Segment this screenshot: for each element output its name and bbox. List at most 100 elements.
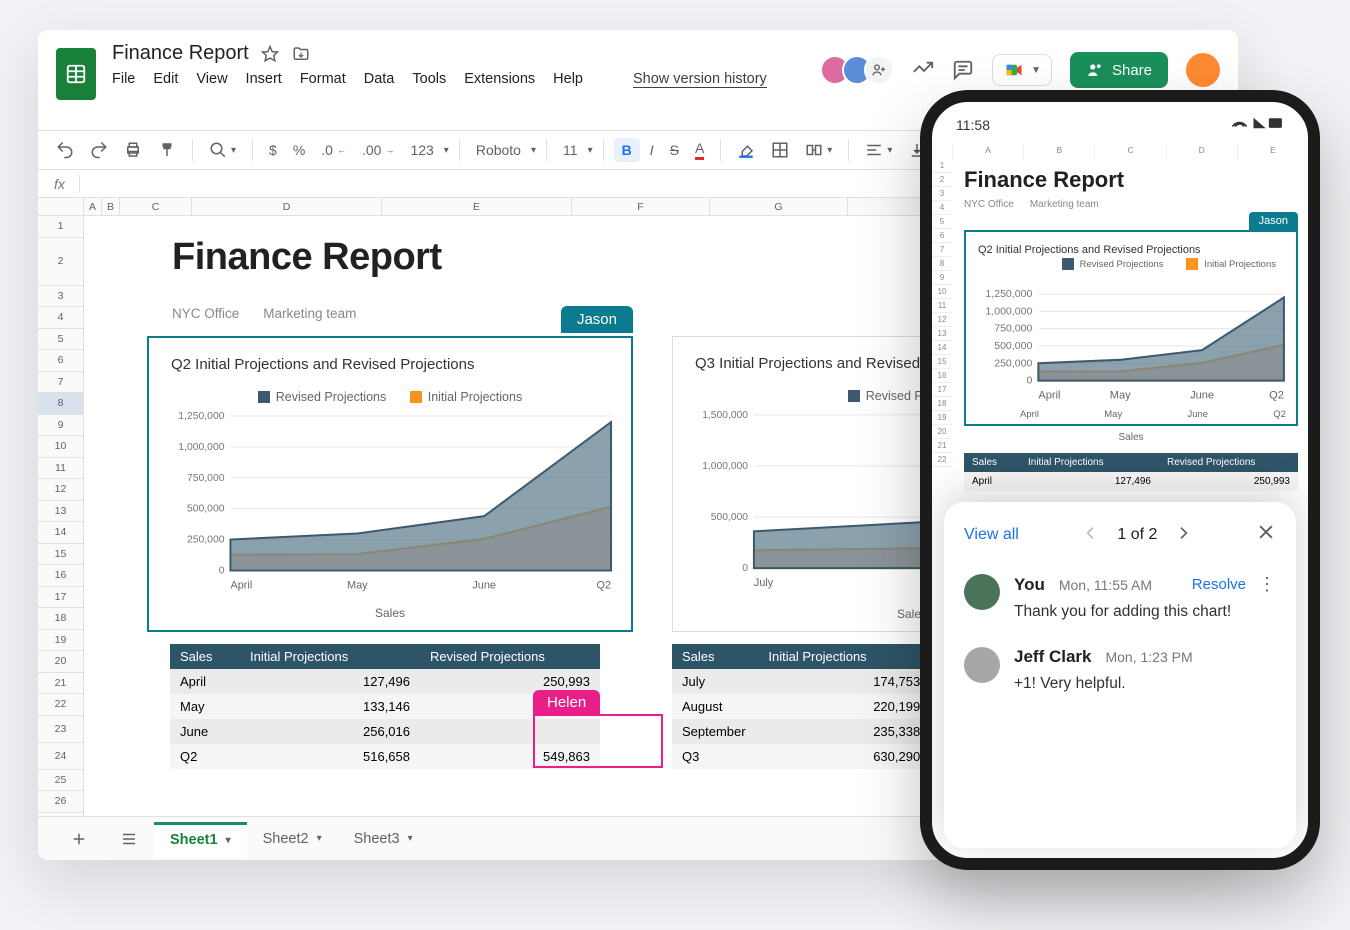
sheet-tab[interactable]: Sheet2▾ <box>247 821 338 857</box>
row-header[interactable]: 26 <box>38 791 84 813</box>
activity-icon[interactable] <box>912 59 934 81</box>
td[interactable]: May <box>170 694 240 719</box>
redo-icon[interactable] <box>84 137 114 163</box>
col-header[interactable]: G <box>710 198 848 216</box>
td[interactable]: September <box>672 719 758 744</box>
account-avatar[interactable] <box>1186 53 1220 87</box>
td[interactable]: July <box>672 669 758 694</box>
td[interactable]: 250,993 <box>1159 472 1298 491</box>
format-123-button[interactable]: 123 <box>404 138 439 162</box>
td[interactable]: Q3 <box>672 744 758 769</box>
currency-button[interactable]: $ <box>263 138 283 162</box>
row-header[interactable]: 14 <box>38 522 84 544</box>
td[interactable]: August <box>672 694 758 719</box>
td[interactable]: 235,338 <box>758 719 930 744</box>
sheet-tab[interactable]: Sheet3▾ <box>338 821 429 857</box>
print-icon[interactable] <box>118 137 148 163</box>
td[interactable]: Q2 <box>170 744 240 769</box>
td[interactable]: 127,496 <box>1020 472 1159 491</box>
col-header[interactable]: B <box>102 198 120 216</box>
merge-cells-icon[interactable]: ▾ <box>799 137 838 163</box>
meet-button[interactable]: ▼ <box>992 54 1052 86</box>
prev-comment-icon[interactable] <box>1083 525 1099 546</box>
row-header[interactable]: 19 <box>38 630 84 652</box>
phone-chart[interactable]: Jason Q2 Initial Projections and Revised… <box>964 230 1298 426</box>
resolve-button[interactable]: Resolve <box>1192 576 1246 593</box>
chart-q2[interactable]: Jason Q2 Initial Projections and Revised… <box>147 336 633 632</box>
increase-decimal-icon[interactable]: .00→ <box>356 138 400 162</box>
row-header[interactable]: 16 <box>38 565 84 587</box>
row-header[interactable]: 11 <box>38 458 84 480</box>
td[interactable]: April <box>170 669 240 694</box>
move-folder-icon[interactable] <box>291 45 311 63</box>
td[interactable]: 174,753 <box>758 669 930 694</box>
row-header[interactable]: 22 <box>38 694 84 716</box>
row-header[interactable]: 21 <box>38 673 84 695</box>
version-history-link[interactable]: Show version history <box>633 71 767 88</box>
comments-icon[interactable] <box>952 59 974 81</box>
menu-file[interactable]: File <box>112 71 135 88</box>
row-header[interactable]: 17 <box>38 587 84 609</box>
td[interactable]: April <box>964 472 1020 491</box>
td[interactable]: June <box>170 719 240 744</box>
menu-insert[interactable]: Insert <box>246 71 282 88</box>
h-align-icon[interactable]: ▾ <box>859 137 898 163</box>
percent-button[interactable]: % <box>287 138 311 162</box>
borders-icon[interactable] <box>765 137 795 163</box>
select-all-cell[interactable] <box>38 198 84 216</box>
td[interactable]: 127,496 <box>240 669 420 694</box>
row-header[interactable]: 4 <box>38 307 84 329</box>
row-header[interactable]: 20 <box>38 651 84 673</box>
paint-format-icon[interactable] <box>152 137 182 163</box>
menu-help[interactable]: Help <box>553 71 583 88</box>
row-header[interactable]: 1 <box>38 216 84 238</box>
row-header[interactable]: 2 <box>38 238 84 286</box>
phone-table[interactable]: SalesInitial ProjectionsRevised Projecti… <box>964 453 1298 491</box>
all-sheets-icon[interactable] <box>104 820 154 858</box>
sheet-title-cell[interactable]: Finance Report <box>172 236 442 279</box>
td[interactable]: 133,146 <box>240 694 420 719</box>
col-header[interactable]: D <box>192 198 382 216</box>
fill-color-icon[interactable] <box>731 137 761 163</box>
row-header[interactable]: 13 <box>38 501 84 523</box>
decrease-decimal-icon[interactable]: .0← <box>315 138 352 162</box>
row-header[interactable]: 3 <box>38 286 84 308</box>
doc-title[interactable]: Finance Report <box>112 42 249 65</box>
col-header[interactable]: A <box>84 198 102 216</box>
row-header[interactable]: 24 <box>38 743 84 770</box>
row-header[interactable]: 7 <box>38 372 84 394</box>
row-header[interactable]: 23 <box>38 716 84 743</box>
view-all-link[interactable]: View all <box>964 526 1019 544</box>
font-size-selector[interactable]: 11 <box>557 138 584 162</box>
close-icon[interactable] <box>1256 522 1276 548</box>
font-selector[interactable]: Roboto <box>470 138 527 162</box>
avatar-more-icon[interactable] <box>864 55 894 85</box>
menu-format[interactable]: Format <box>300 71 346 88</box>
presence-avatars[interactable] <box>828 55 894 85</box>
row-header[interactable]: 25 <box>38 770 84 792</box>
row-header[interactable]: 12 <box>38 479 84 501</box>
share-button[interactable]: Share <box>1070 52 1168 88</box>
row-header[interactable]: 18 <box>38 608 84 630</box>
bold-button[interactable]: B <box>614 138 640 162</box>
col-header[interactable]: C <box>120 198 192 216</box>
sheet-tab[interactable]: Sheet1▾ <box>154 819 247 858</box>
td[interactable]: 256,016 <box>240 719 420 744</box>
menu-edit[interactable]: Edit <box>153 71 178 88</box>
row-header[interactable]: 8 <box>38 393 84 415</box>
row-header[interactable]: 10 <box>38 436 84 458</box>
add-sheet-icon[interactable] <box>54 820 104 858</box>
star-icon[interactable] <box>261 45 279 63</box>
row-header[interactable]: 15 <box>38 544 84 566</box>
menu-extensions[interactable]: Extensions <box>464 71 535 88</box>
row-header[interactable]: 9 <box>38 415 84 437</box>
text-color-button[interactable]: A <box>689 136 710 164</box>
more-icon[interactable]: ⋮ <box>1258 574 1276 595</box>
col-header[interactable]: F <box>572 198 710 216</box>
menu-data[interactable]: Data <box>364 71 395 88</box>
menu-tools[interactable]: Tools <box>412 71 446 88</box>
td[interactable]: 516,658 <box>240 744 420 769</box>
zoom-icon[interactable]: ▾ <box>203 137 242 163</box>
undo-icon[interactable] <box>50 137 80 163</box>
next-comment-icon[interactable] <box>1175 525 1191 546</box>
